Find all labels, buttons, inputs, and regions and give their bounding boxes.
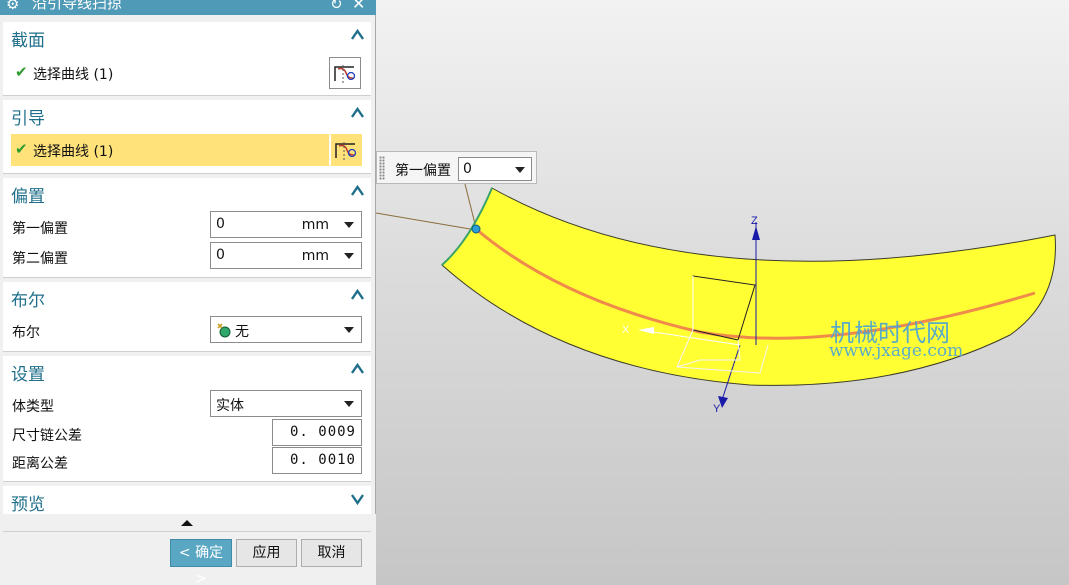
boolean-group: 布尔 布尔 无 [3, 282, 371, 352]
distance-tolerance-value: 0. 0010 [289, 452, 356, 468]
check-icon: ✔ [15, 63, 28, 81]
offset-handle[interactable] [471, 224, 481, 234]
boolean-label: 布尔 [12, 325, 40, 341]
leader-line [464, 183, 477, 229]
section-select-curve-row[interactable]: ✔ 选择曲线 (1) [11, 57, 362, 89]
boolean-value: 无 [235, 324, 249, 340]
chevron-down-icon[interactable] [350, 492, 365, 506]
offset-title: 偏置 [11, 187, 45, 207]
y-axis-label: Y [713, 403, 721, 415]
floating-offset-input[interactable]: 0 [458, 157, 532, 181]
boolean-select[interactable]: 无 [210, 316, 362, 343]
section-group: 截面 ✔ 选择曲线 (1) [3, 22, 371, 96]
floating-offset-box: 第一偏置 0 [376, 151, 537, 184]
watermark-en: www.jxage.com [829, 341, 964, 361]
dialog-footer: < 确定 > 应用 取消 [0, 514, 376, 585]
settings-title: 设置 [11, 365, 45, 385]
first-offset-value: 0 [216, 216, 225, 232]
chevron-down-icon[interactable] [344, 222, 354, 228]
section-title: 截面 [11, 31, 45, 51]
second-offset-field[interactable]: 0 mm [210, 242, 362, 269]
select-curve-button[interactable] [329, 57, 361, 89]
chevron-up-icon[interactable] [350, 106, 365, 120]
apply-button[interactable]: 应用 [236, 539, 297, 567]
second-offset-label: 第二偏置 [12, 251, 68, 267]
preview-title: 预览 [11, 495, 45, 515]
dialog-titlebar[interactable]: ⚙ 沿引导线扫掠 ↻ ✕ [0, 0, 376, 15]
collapse-up-icon[interactable] [181, 520, 193, 526]
chevron-down-icon[interactable] [344, 253, 354, 259]
preview-group: 预览 [3, 486, 371, 515]
check-icon: ✔ [15, 140, 28, 158]
body-type-label: 体类型 [12, 399, 54, 415]
chevron-up-icon[interactable] [350, 28, 365, 42]
select-curve-button[interactable] [329, 134, 361, 166]
body-type-select[interactable]: 实体 [210, 390, 362, 417]
chevron-up-icon[interactable] [350, 288, 365, 302]
divider [3, 531, 371, 532]
chain-tolerance-value: 0. 0009 [289, 424, 356, 440]
reset-icon[interactable]: ↻ [330, 0, 343, 12]
gear-icon[interactable]: ⚙ [6, 0, 19, 12]
guide-title: 引导 [11, 109, 45, 129]
chevron-up-icon[interactable] [350, 184, 365, 198]
curve-selection-icon [335, 142, 357, 160]
curve-selection-icon [334, 65, 356, 83]
chevron-down-icon[interactable] [344, 401, 354, 407]
chevron-down-icon[interactable] [515, 167, 525, 173]
floating-offset-label: 第一偏置 [395, 163, 451, 179]
dialog-title: 沿引导线扫掠 [32, 0, 123, 12]
guide-group: 引导 ✔ 选择曲线 (1) [3, 100, 371, 174]
z-axis-label: Z [751, 215, 758, 227]
body-type-value: 实体 [216, 398, 244, 414]
close-icon[interactable]: ✕ [352, 0, 365, 12]
chevron-down-icon[interactable] [344, 327, 354, 333]
settings-group: 设置 体类型 实体 尺寸链公差 0. 0009 距离公差 0. 0010 [3, 356, 371, 482]
cancel-button[interactable]: 取消 [301, 539, 362, 567]
second-offset-unit: mm [301, 248, 329, 264]
chain-tolerance-input[interactable]: 0. 0009 [272, 419, 362, 446]
first-offset-label: 第一偏置 [12, 221, 68, 237]
boolean-title: 布尔 [11, 291, 45, 311]
floating-offset-value: 0 [463, 161, 472, 177]
chain-tolerance-label: 尺寸链公差 [12, 428, 82, 444]
swept-surface[interactable] [441, 187, 1056, 386]
ok-button[interactable]: < 确定 > [170, 539, 232, 585]
distance-tolerance-input[interactable]: 0. 0010 [272, 447, 362, 474]
drag-grip-icon[interactable] [379, 156, 385, 180]
guide-select-curve-row[interactable]: ✔ 选择曲线 (1) [11, 134, 362, 166]
first-offset-unit: mm [301, 217, 329, 233]
chevron-up-icon[interactable] [350, 362, 365, 376]
leader-line [375, 212, 477, 231]
guide-select-curve-label: 选择曲线 (1) [33, 144, 114, 160]
second-offset-value: 0 [216, 247, 225, 263]
first-offset-field[interactable]: 0 mm [210, 211, 362, 238]
boolean-none-icon [217, 323, 231, 338]
section-select-curve-label: 选择曲线 (1) [33, 67, 114, 83]
x-axis-label: X [622, 324, 630, 336]
distance-tolerance-label: 距离公差 [12, 456, 68, 472]
offset-group: 偏置 第一偏置 0 mm 第二偏置 0 mm [3, 178, 371, 278]
sweep-along-guide-dialog: ⚙ 沿引导线扫掠 ↻ ✕ 截面 ✔ 选择曲线 (1) 引导 ✔ 选择曲线 (1)… [0, 0, 376, 585]
